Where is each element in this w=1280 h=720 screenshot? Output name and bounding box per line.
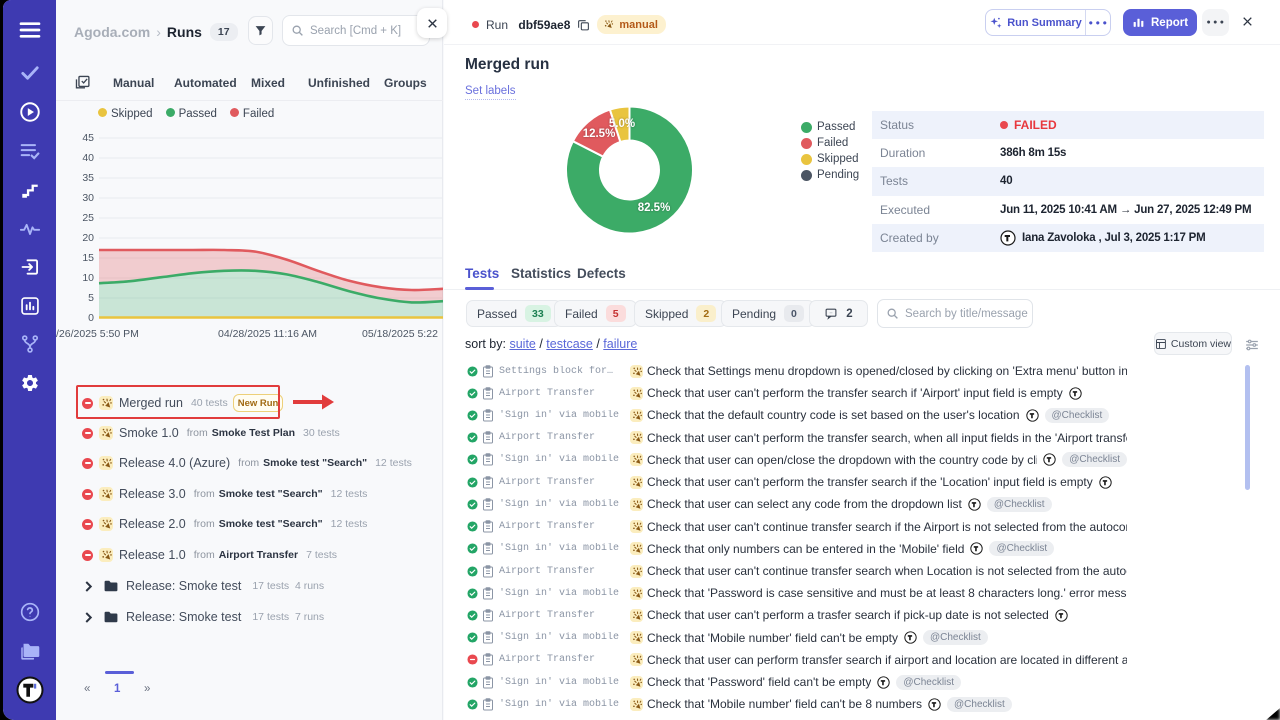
- svg-text:04/28/2025 11:16 AM: 04/28/2025 11:16 AM: [218, 328, 317, 340]
- svg-text:10: 10: [82, 272, 94, 284]
- svg-text:45: 45: [82, 132, 94, 144]
- svg-text:30: 30: [82, 192, 94, 204]
- svg-text:40: 40: [82, 152, 94, 164]
- svg-text:05/18/2025 5:22: 05/18/2025 5:22: [362, 328, 438, 340]
- svg-text:5: 5: [88, 292, 94, 304]
- svg-text:20: 20: [82, 232, 94, 244]
- svg-text:35: 35: [82, 172, 94, 184]
- svg-text:/26/2025 5:50 PM: /26/2025 5:50 PM: [56, 328, 139, 340]
- svg-text:15: 15: [82, 252, 94, 264]
- svg-text:25: 25: [82, 212, 94, 224]
- svg-text:82.5%: 82.5%: [638, 202, 671, 214]
- svg-text:0: 0: [88, 312, 94, 324]
- svg-text:5.0%: 5.0%: [609, 118, 635, 130]
